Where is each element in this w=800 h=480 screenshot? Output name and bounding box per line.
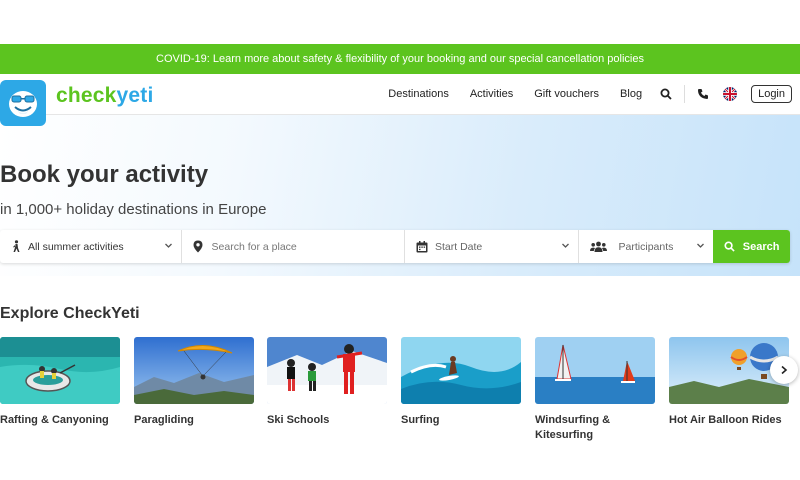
card-rafting-canyoning[interactable]: Rafting & Canyoning [0,337,120,428]
card-windsurfing-kitesurfing[interactable]: Windsurfing & Kitesurfing [535,337,655,443]
card-label[interactable]: Paragliding [134,413,254,428]
start-date-picker[interactable]: Start Date [405,230,579,263]
participants-label: Participants [618,240,674,253]
card-hot-air-balloon[interactable]: Hot Air Balloon Rides [669,337,789,428]
hero-title: Book your activity [0,161,209,188]
hero-subtitle: in 1,000+ holiday destinations in Europe [0,201,267,218]
logo-text-check: check [56,84,117,107]
phone-icon[interactable] [697,88,709,100]
activity-select[interactable]: All summer activities [0,230,182,263]
card-surfing[interactable]: Surfing [401,337,521,428]
search-button[interactable]: Search [713,230,791,263]
yeti-logo-icon[interactable] [0,80,46,126]
search-bar: All summer activities Start Date Partici… [0,230,791,263]
card-label[interactable]: Windsurfing & Kitesurfing [535,413,655,443]
participants-select[interactable]: Participants [579,230,714,263]
participants-icon [589,241,607,252]
covid-banner[interactable]: COVID-19: Learn more about safety & flex… [0,44,800,74]
card-label[interactable]: Rafting & Canyoning [0,413,120,428]
search-icon[interactable] [660,88,672,100]
card-ski-schools[interactable]: Ski Schools [267,337,387,428]
card-label[interactable]: Ski Schools [267,413,387,428]
place-search-input[interactable] [209,239,394,254]
covid-banner-text[interactable]: COVID-19: Learn more about safety & flex… [156,53,644,65]
calendar-icon [416,240,428,253]
chevron-down-icon [164,241,173,250]
hiker-icon [11,240,21,253]
nav-divider [684,85,686,103]
windsurfing-image[interactable] [535,337,655,404]
nav-destinations[interactable]: Destinations [388,88,449,100]
activity-carousel: Rafting & Canyoning Paragliding Ski Scho… [0,337,800,457]
uk-flag-icon[interactable] [723,87,738,101]
explore-title: Explore CheckYeti [0,305,140,322]
rafting-image[interactable] [0,337,120,404]
location-pin-icon [193,240,203,253]
nav-gift-vouchers[interactable]: Gift vouchers [534,88,599,100]
brand-logo-text[interactable]: checkyeti [56,84,154,108]
start-date-label: Start Date [434,240,483,253]
nav-activities[interactable]: Activities [470,88,513,100]
surfing-image[interactable] [401,337,521,404]
header: checkyeti Destinations Activities Gift v… [0,74,800,126]
card-label[interactable]: Hot Air Balloon Rides [669,413,789,428]
nav-blog[interactable]: Blog [620,88,642,100]
place-search-field[interactable] [182,230,405,263]
login-button[interactable]: Login [751,85,792,103]
card-paragliding[interactable]: Paragliding [134,337,254,428]
carousel-next-button[interactable] [770,356,798,384]
main-nav: Destinations Activities Gift vouchers Bl… [388,74,792,114]
card-label[interactable]: Surfing [401,413,521,428]
activity-select-value: All summer activities [28,240,124,253]
chevron-down-icon [561,241,570,250]
chevron-right-icon [781,365,788,375]
logo-text-yeti: yeti [116,84,154,107]
search-button-label: Search [742,240,780,253]
chevron-down-icon [696,241,705,250]
paragliding-image[interactable] [134,337,254,404]
search-icon [724,241,735,252]
ski-schools-image[interactable] [267,337,387,404]
